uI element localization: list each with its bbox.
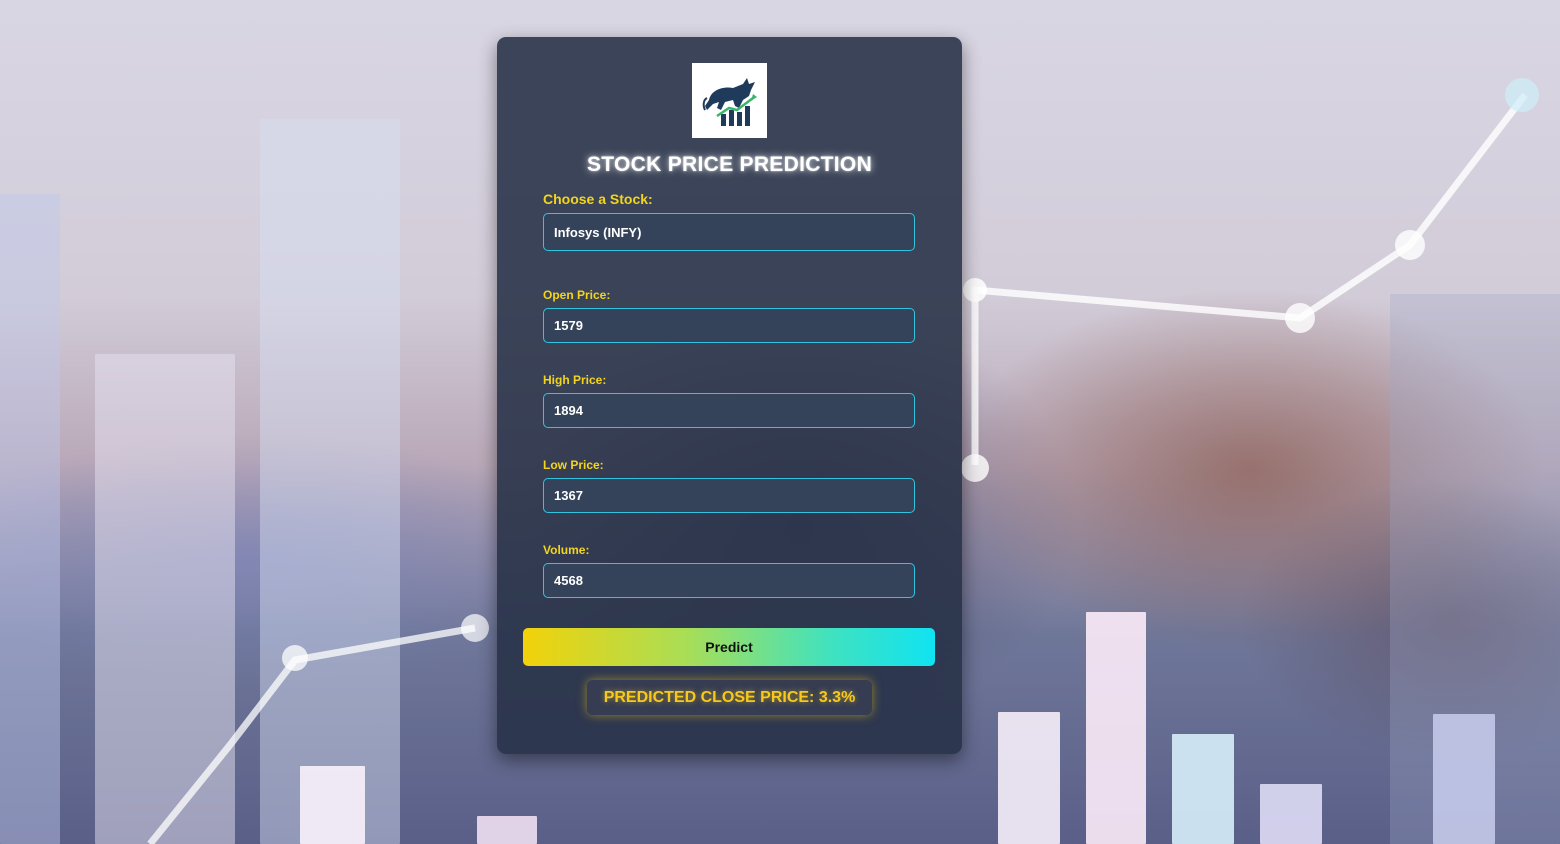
logo: [692, 63, 767, 138]
high-price-label: High Price:: [543, 373, 607, 387]
page-title: STOCK PRICE PREDICTION: [586, 153, 873, 176]
volume-label: Volume:: [543, 543, 590, 557]
low-price-input[interactable]: 1367: [543, 478, 915, 513]
predicted-close-price: PREDICTED CLOSE PRICE: 3.3%: [587, 680, 872, 715]
open-price-label: Open Price:: [543, 288, 611, 302]
open-price-input[interactable]: 1579: [543, 308, 915, 343]
stock-label: Choose a Stock:: [543, 191, 653, 207]
stock-select[interactable]: Infosys (INFY): [543, 213, 915, 251]
bull-chart-icon: [702, 77, 757, 126]
high-price-input[interactable]: 1894: [543, 393, 915, 428]
volume-input[interactable]: 4568: [543, 563, 915, 598]
prediction-card: STOCK PRICE PREDICTION Choose a Stock: I…: [497, 37, 962, 754]
predict-button[interactable]: Predict: [523, 628, 935, 666]
low-price-label: Low Price:: [543, 458, 604, 472]
